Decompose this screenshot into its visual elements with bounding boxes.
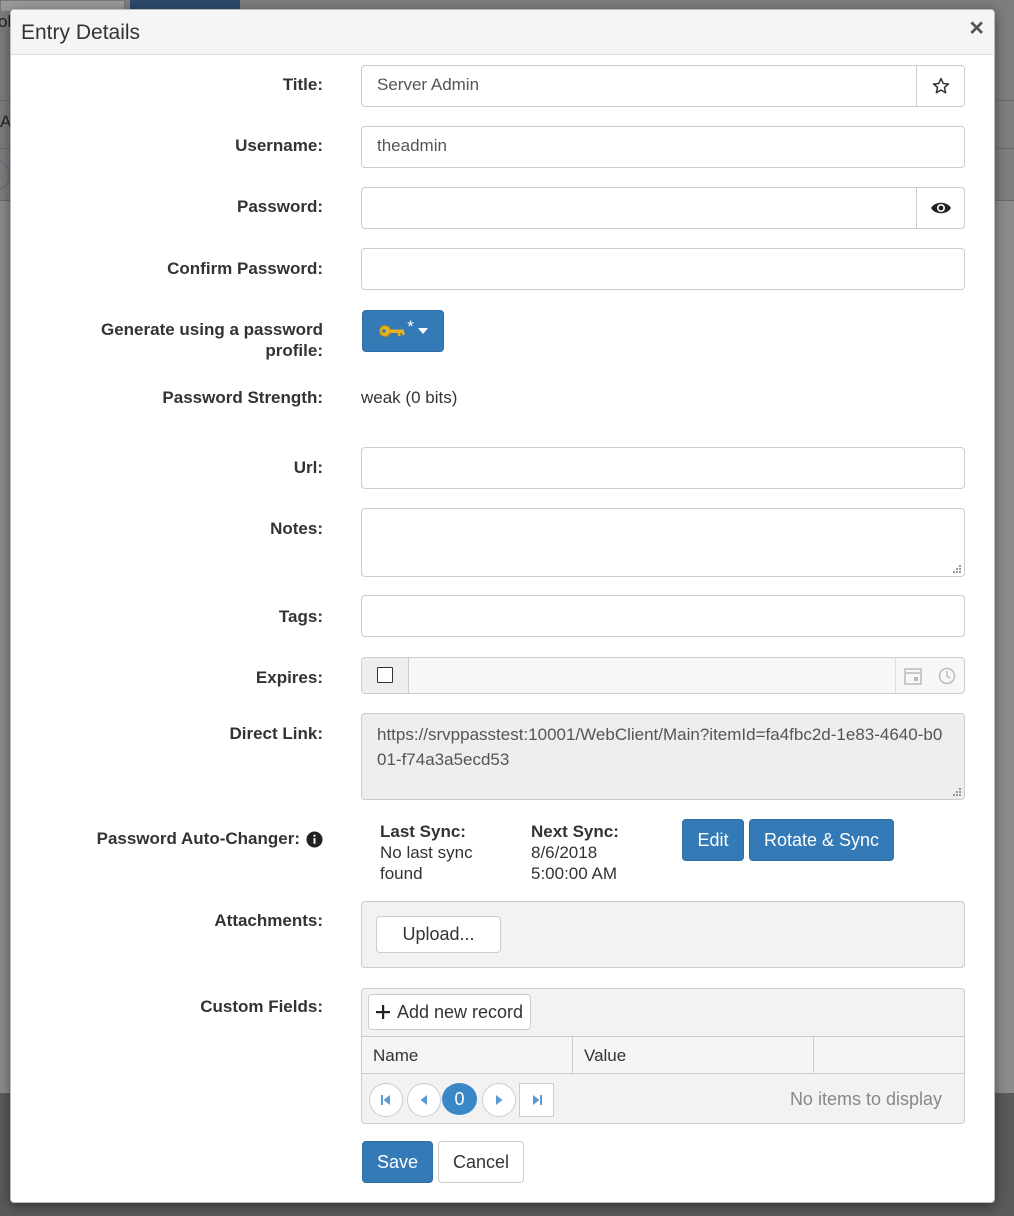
- last-page-button[interactable]: [519, 1083, 554, 1117]
- url-label: Url:: [293, 458, 323, 477]
- last-page-icon: [532, 1095, 542, 1105]
- password-strength-label: Password Strength:: [162, 388, 323, 407]
- generate-button-star: *: [407, 317, 414, 336]
- info-icon[interactable]: [306, 830, 323, 848]
- resize-handle-icon[interactable]: [951, 786, 961, 796]
- password-strength-value: weak (0 bits): [361, 388, 458, 407]
- save-button[interactable]: Save: [362, 1141, 433, 1183]
- expires-input[interactable]: [411, 658, 895, 693]
- username-input[interactable]: theadmin: [361, 126, 965, 168]
- confirm-password-label: Confirm Password:: [167, 259, 323, 278]
- notes-textarea[interactable]: [361, 508, 965, 577]
- last-sync-label: Last Sync:: [380, 822, 466, 841]
- chevron-down-icon: [417, 328, 428, 334]
- attachments-panel: Upload...: [361, 901, 965, 968]
- password-input[interactable]: [361, 187, 917, 229]
- direct-link-textarea[interactable]: https://srvppasstest:10001/WebClient/Mai…: [361, 713, 965, 800]
- plus-icon: [375, 1005, 390, 1019]
- next-sync-date: 8/6/2018: [531, 843, 598, 862]
- date-picker-button[interactable]: [895, 658, 930, 693]
- auto-changer-label-group: Password Auto-Changer:: [97, 829, 323, 849]
- no-items-message: No items to display: [789, 1089, 942, 1109]
- last-sync-value: No last sync found: [380, 843, 473, 883]
- dialog-header: Entry Details ×: [11, 10, 994, 55]
- generate-password-dropdown[interactable]: *: [362, 310, 444, 352]
- expires-group: [361, 657, 965, 694]
- notes-label: Notes:: [270, 519, 323, 538]
- column-header-name[interactable]: Name: [362, 1037, 573, 1074]
- add-record-label: Add new record: [396, 1001, 524, 1022]
- add-record-button[interactable]: Add new record: [368, 994, 531, 1030]
- direct-link-text: https://srvppasstest:10001/WebClient/Mai…: [377, 725, 943, 769]
- rotate-sync-button[interactable]: Rotate & Sync: [749, 819, 894, 861]
- tags-input[interactable]: [361, 595, 965, 637]
- time-picker-button[interactable]: [930, 658, 964, 693]
- expires-checkbox-addon: [362, 658, 409, 693]
- edit-auto-changer-button[interactable]: Edit: [682, 819, 744, 861]
- close-icon[interactable]: ×: [969, 16, 984, 41]
- star-icon: [932, 77, 949, 94]
- first-page-button[interactable]: [369, 1083, 403, 1117]
- tags-label: Tags:: [278, 607, 323, 626]
- key-icon: [379, 325, 405, 337]
- grid-header: Name Value: [362, 1036, 964, 1074]
- password-label: Password:: [237, 197, 323, 216]
- expires-checkbox[interactable]: [377, 667, 393, 683]
- calendar-icon: [904, 667, 922, 685]
- next-page-button[interactable]: [482, 1083, 516, 1117]
- generate-profile-label: Generate using a password profile:: [100, 320, 323, 360]
- auto-changer-label: Password Auto-Changer:: [96, 829, 300, 848]
- first-page-icon: [381, 1095, 390, 1105]
- prev-page-button[interactable]: [407, 1083, 441, 1117]
- direct-link-label: Direct Link:: [229, 724, 323, 743]
- username-label: Username:: [235, 136, 323, 155]
- attachments-label: Attachments:: [214, 911, 323, 930]
- resize-handle-icon[interactable]: [951, 563, 961, 573]
- next-sync-label: Next Sync:: [531, 822, 619, 841]
- current-page-indicator: 0: [442, 1083, 477, 1115]
- expires-label: Expires:: [255, 668, 323, 687]
- custom-fields-grid: Add new record Name Value 0 No items to …: [361, 988, 965, 1124]
- cancel-button[interactable]: Cancel: [438, 1141, 524, 1183]
- upload-button[interactable]: Upload...: [376, 916, 501, 953]
- title-input[interactable]: Server Admin: [361, 65, 917, 107]
- entry-details-dialog: Entry Details × Title: Server Admin User…: [10, 9, 995, 1203]
- url-input[interactable]: [361, 447, 965, 489]
- dialog-title: Entry Details: [21, 21, 141, 44]
- next-page-icon: [496, 1095, 503, 1105]
- confirm-password-input[interactable]: [361, 248, 965, 290]
- next-sync-time: 5:00:00 AM: [531, 864, 618, 883]
- show-password-button[interactable]: [916, 187, 965, 229]
- clock-icon: [938, 667, 956, 684]
- prev-page-icon: [420, 1095, 427, 1105]
- title-label: Title:: [282, 75, 323, 94]
- column-header-value[interactable]: Value: [573, 1037, 814, 1074]
- eye-icon: [930, 202, 951, 214]
- custom-fields-label: Custom Fields:: [200, 997, 323, 1016]
- favorite-button[interactable]: [916, 65, 965, 107]
